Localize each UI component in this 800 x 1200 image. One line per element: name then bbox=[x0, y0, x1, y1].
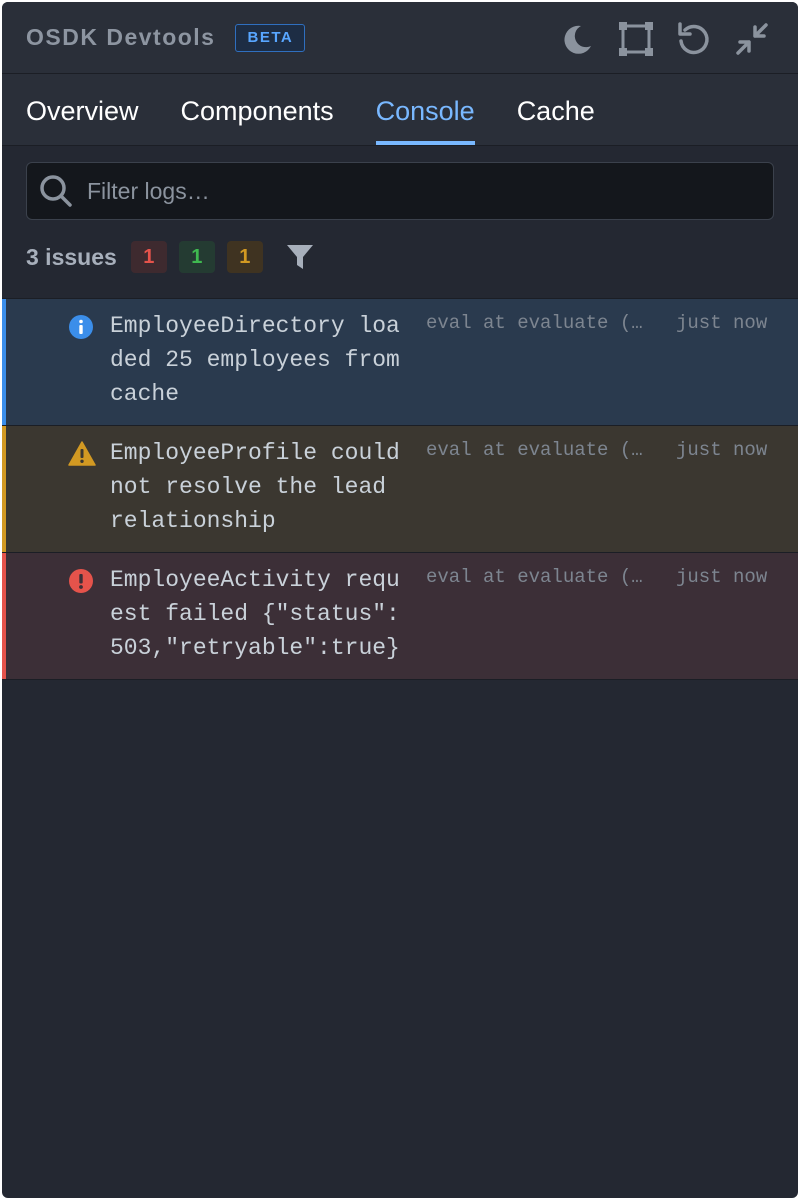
success-count-badge[interactable]: 1 bbox=[178, 241, 215, 273]
funnel-icon bbox=[286, 245, 313, 269]
log-timestamp: just now bbox=[676, 312, 768, 334]
log-level-bar bbox=[2, 553, 6, 679]
header: OSDK Devtools BETA bbox=[2, 2, 798, 74]
log-entry-info[interactable]: EmployeeDirectory loaded 25 employees fr… bbox=[2, 299, 798, 426]
warning-icon bbox=[68, 441, 96, 538]
log-level-bar bbox=[2, 426, 6, 552]
beta-badge: BETA bbox=[235, 23, 306, 52]
app-title: OSDK Devtools bbox=[26, 24, 216, 50]
error-icon bbox=[68, 568, 96, 665]
refresh-icon bbox=[678, 22, 709, 55]
theme-toggle-button[interactable] bbox=[560, 20, 596, 58]
tab-bar: Overview Components Console Cache bbox=[2, 74, 798, 146]
log-message: EmployeeDirectory loaded 25 employees fr… bbox=[110, 313, 400, 407]
warning-count-badge[interactable]: 1 bbox=[226, 241, 263, 273]
tab-overview[interactable]: Overview bbox=[26, 95, 139, 145]
refresh-button[interactable] bbox=[676, 20, 712, 58]
log-source[interactable]: eval at evaluate (… bbox=[426, 439, 656, 538]
log-message: EmployeeActivity request failed {"status… bbox=[110, 567, 400, 661]
tab-console[interactable]: Console bbox=[375, 95, 475, 145]
log-entry-error[interactable]: EmployeeActivity request failed {"status… bbox=[2, 553, 798, 680]
devtools-panel: OSDK Devtools BETA Overview Components C… bbox=[2, 2, 798, 1198]
filter-area: 3 issues 1 1 1 bbox=[2, 146, 798, 294]
minimize-icon bbox=[736, 23, 768, 55]
log-timestamp: just now bbox=[676, 566, 768, 588]
log-entry-warning[interactable]: EmployeeProfile could not resolve the le… bbox=[2, 426, 798, 553]
info-icon bbox=[68, 314, 96, 411]
log-source[interactable]: eval at evaluate (… bbox=[426, 566, 656, 665]
tab-components[interactable]: Components bbox=[181, 95, 334, 145]
minimize-button[interactable] bbox=[734, 20, 770, 58]
log-timestamp: just now bbox=[676, 439, 768, 461]
issues-summary: 3 issues 1 1 1 bbox=[26, 220, 774, 294]
log-source[interactable]: eval at evaluate (… bbox=[426, 312, 656, 411]
log-level-bar bbox=[2, 299, 6, 425]
inspect-button[interactable] bbox=[618, 20, 654, 58]
moon-icon bbox=[564, 25, 591, 54]
search-icon bbox=[40, 175, 72, 207]
filter-logs-input[interactable] bbox=[87, 177, 727, 205]
issues-count-label: 3 issues bbox=[26, 243, 117, 270]
log-list: EmployeeDirectory loaded 25 employees fr… bbox=[2, 298, 798, 680]
tab-cache[interactable]: Cache bbox=[517, 95, 595, 145]
select-frame-icon bbox=[619, 22, 653, 56]
search-box bbox=[26, 162, 774, 220]
header-actions bbox=[560, 20, 770, 58]
filter-button[interactable] bbox=[285, 242, 315, 272]
error-count-badge[interactable]: 1 bbox=[130, 241, 167, 273]
log-message: EmployeeProfile could not resolve the le… bbox=[110, 440, 400, 534]
